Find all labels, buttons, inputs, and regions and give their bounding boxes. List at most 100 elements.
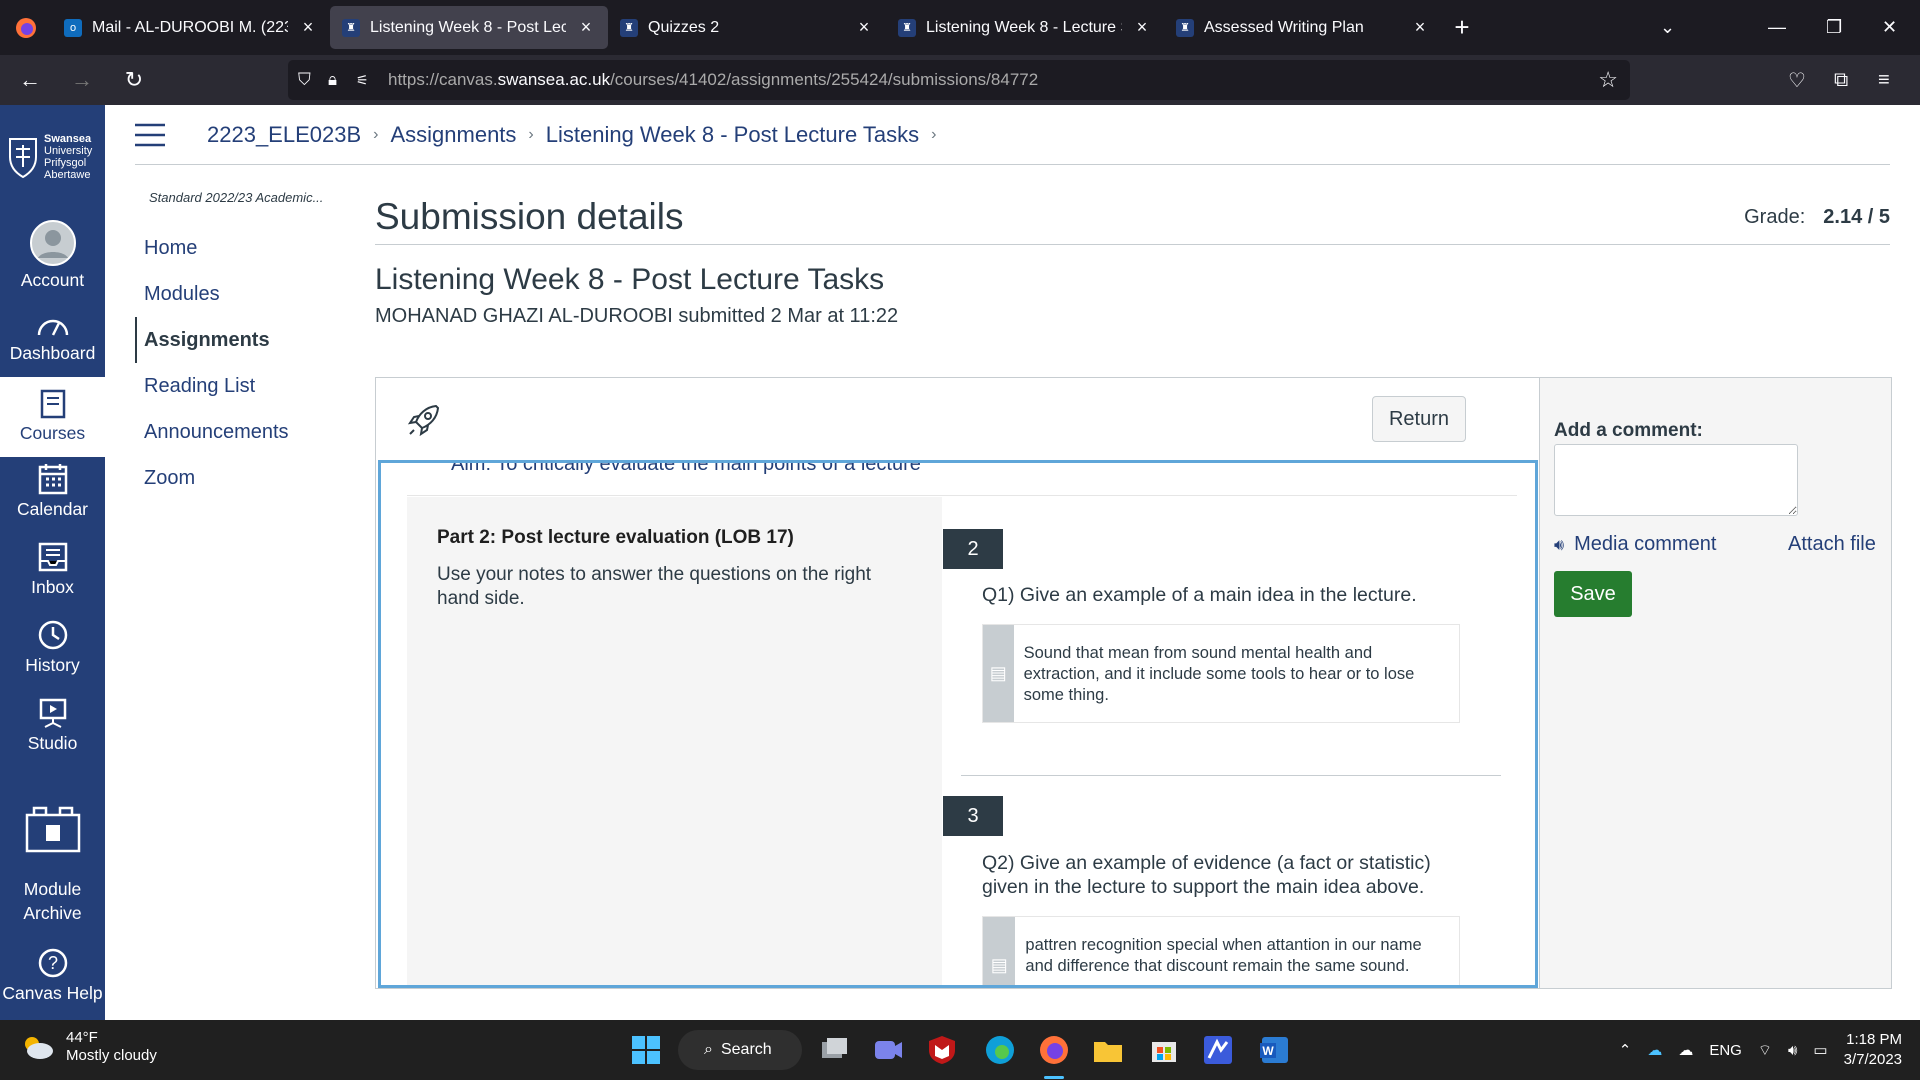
close-tab-icon[interactable]: × — [576, 17, 596, 38]
hamburger-menu-icon[interactable] — [135, 123, 165, 147]
language-indicator[interactable]: ENG — [1709, 1042, 1742, 1059]
swansea-crest-icon: ♜ — [342, 18, 360, 37]
close-tab-icon[interactable]: × — [1132, 17, 1152, 38]
teams-chat-icon[interactable] — [872, 1034, 904, 1066]
bookmark-star-icon[interactable]: ☆ — [1598, 67, 1618, 93]
restore-icon[interactable]: ❐ — [1826, 0, 1842, 55]
course-nav-home[interactable]: Home — [135, 225, 335, 271]
volume-icon[interactable]: 🔊︎ — [1788, 1042, 1797, 1059]
battery-icon[interactable]: ▭ — [1813, 1041, 1827, 1059]
edge-browser-icon[interactable] — [984, 1034, 1016, 1066]
course-nav-announcements[interactable]: Announcements — [135, 409, 335, 455]
wifi-icon[interactable]: ⌔ — [1758, 1041, 1772, 1060]
tab-assessed-writing-plan[interactable]: ♜ Assessed Writing Plan × — [1164, 6, 1442, 49]
list-all-tabs-icon[interactable]: ⌄ — [1660, 0, 1675, 55]
clock[interactable]: 1:18 PM 3/7/2023 — [1844, 1030, 1902, 1070]
lock-icon[interactable]: 🔒︎ — [328, 70, 356, 90]
course-nav-assignments[interactable]: Assignments — [135, 317, 335, 363]
nav-dashboard[interactable]: Dashboard — [0, 313, 105, 364]
grade-value: 2.14 / 5 — [1823, 205, 1890, 228]
close-window-icon[interactable]: ✕ — [1882, 0, 1897, 55]
chevron-up-icon[interactable]: ⌃ — [1619, 1041, 1632, 1059]
app-menu-icon[interactable]: ≡ — [1878, 55, 1890, 105]
new-tab-button[interactable]: + — [1442, 12, 1482, 43]
close-tab-icon[interactable]: × — [298, 17, 318, 38]
module-archive-icon — [25, 806, 80, 853]
shield-icon[interactable]: ⛉ — [298, 70, 328, 90]
answer-box: ▤ Sound that mean from sound mental heal… — [982, 624, 1460, 723]
media-comment-link[interactable]: 🔊︎ Media comment — [1554, 533, 1716, 556]
mcafee-icon[interactable] — [926, 1034, 958, 1066]
nav-studio[interactable]: Studio — [0, 697, 105, 754]
history-clock-icon — [38, 620, 67, 650]
speaker-icon: 🔊︎ — [1554, 537, 1565, 554]
nav-courses[interactable]: Courses — [0, 377, 105, 457]
taskbar-search[interactable]: ⌕ Search — [678, 1030, 802, 1070]
tab-label: Assessed Writing Plan — [1204, 18, 1364, 36]
course-nav-zoom[interactable]: Zoom — [135, 455, 335, 501]
nav-calendar[interactable]: Calendar — [0, 463, 105, 520]
divider — [407, 495, 1517, 496]
close-tab-icon[interactable]: × — [1410, 17, 1430, 38]
breadcrumb-course[interactable]: 2223_ELE023B — [207, 122, 361, 148]
nav-label: Inbox — [31, 577, 74, 597]
course-nav-reading-list[interactable]: Reading List — [135, 363, 335, 409]
firefox-menu-icon[interactable] — [0, 0, 52, 55]
question-number: 3 — [943, 796, 1003, 836]
save-button[interactable]: Save — [1554, 571, 1632, 617]
breadcrumb-assignments[interactable]: Assignments — [390, 122, 516, 148]
temperature: 44°F — [66, 1029, 98, 1046]
search-icon: ⌕ — [704, 1041, 713, 1058]
browser-nav-bar: ← → ↻ ⛉ 🔒︎ ⚟ https://canvas. swansea.ac.u… — [0, 55, 1920, 105]
tab-lecture-summary[interactable]: ♜ Listening Week 8 - Lecture Sum × — [886, 6, 1164, 49]
submission-iframe[interactable]: Aim: To critically evaluate the main poi… — [378, 460, 1538, 988]
weather-widget[interactable]: 44°F Mostly cloudy — [20, 1029, 157, 1065]
vpn-app-icon[interactable] — [1202, 1034, 1234, 1066]
word-icon[interactable]: W — [1258, 1034, 1290, 1066]
task-view-icon[interactable] — [818, 1034, 850, 1066]
nav-inbox[interactable]: Inbox — [0, 541, 105, 598]
swansea-university-logo[interactable]: Swansea University Prifysgol Abertawe — [6, 133, 100, 187]
breadcrumb: 2223_ELE023B › Assignments › Listening W… — [135, 105, 1890, 165]
account-avatar-icon — [29, 220, 76, 266]
nav-module-archive[interactable]: Module Archive — [0, 805, 105, 925]
question-text: Q1) Give an example of a main idea in th… — [982, 584, 1417, 606]
back-icon[interactable]: ← — [8, 58, 52, 102]
pocket-icon[interactable]: ♡ — [1788, 55, 1806, 105]
microsoft-store-icon[interactable] — [1148, 1034, 1180, 1066]
nav-label: Studio — [27, 733, 78, 753]
windows-start-icon[interactable] — [630, 1034, 662, 1066]
question-text: Q2) Give an example of evidence (a fact … — [982, 852, 1431, 898]
url-prefix: https://canvas. — [388, 70, 498, 89]
forward-icon[interactable]: → — [60, 58, 104, 102]
return-button[interactable]: Return — [1372, 396, 1466, 442]
close-tab-icon[interactable]: × — [854, 17, 874, 38]
minimize-icon[interactable]: — — [1768, 0, 1786, 55]
tab-label: Mail - AL-DUROOBI M. (223383 — [92, 18, 288, 36]
tab-mail[interactable]: o Mail - AL-DUROOBI M. (223383 × — [52, 6, 330, 49]
comment-textarea[interactable] — [1554, 444, 1798, 516]
swansea-crest-icon: ♜ — [1176, 18, 1194, 37]
onedrive-cloud-icon[interactable]: ☁ — [1647, 1041, 1662, 1059]
permissions-icon[interactable]: ⚟ — [356, 72, 388, 89]
nav-canvas-help[interactable]: ? Canvas Help — [0, 947, 105, 1004]
breadcrumb-page[interactable]: Listening Week 8 - Post Lecture Tasks — [546, 122, 919, 148]
cloud-icon[interactable]: ☁ — [1678, 1041, 1693, 1059]
media-comment-label: Media comment — [1574, 533, 1717, 555]
url-bar[interactable]: ⛉ 🔒︎ ⚟ https://canvas. swansea.ac.uk/cour… — [288, 60, 1630, 100]
tab-quizzes[interactable]: ♜ Quizzes 2 × — [608, 6, 886, 49]
submitted-info: MOHANAD GHAZI AL-DUROOBI submitted 2 Mar… — [375, 305, 899, 327]
search-label: Search — [720, 1041, 772, 1058]
reload-icon[interactable]: ↻ — [112, 58, 156, 102]
rocket-icon — [407, 404, 440, 437]
swansea-crest-icon: ♜ — [620, 18, 638, 37]
weather-text: Mostly cloudy — [66, 1047, 157, 1064]
firefox-icon[interactable] — [1038, 1034, 1070, 1066]
nav-history[interactable]: History — [0, 619, 105, 676]
tab-listening-post-lecture[interactable]: ♜ Listening Week 8 - Post Lecture × — [330, 6, 608, 49]
course-nav-modules[interactable]: Modules — [135, 271, 335, 317]
attach-file-link[interactable]: Attach file — [1788, 533, 1876, 556]
file-explorer-icon[interactable] — [1092, 1034, 1124, 1066]
extensions-icon[interactable]: ⧉ — [1834, 55, 1848, 105]
nav-account[interactable]: Account — [0, 220, 105, 291]
